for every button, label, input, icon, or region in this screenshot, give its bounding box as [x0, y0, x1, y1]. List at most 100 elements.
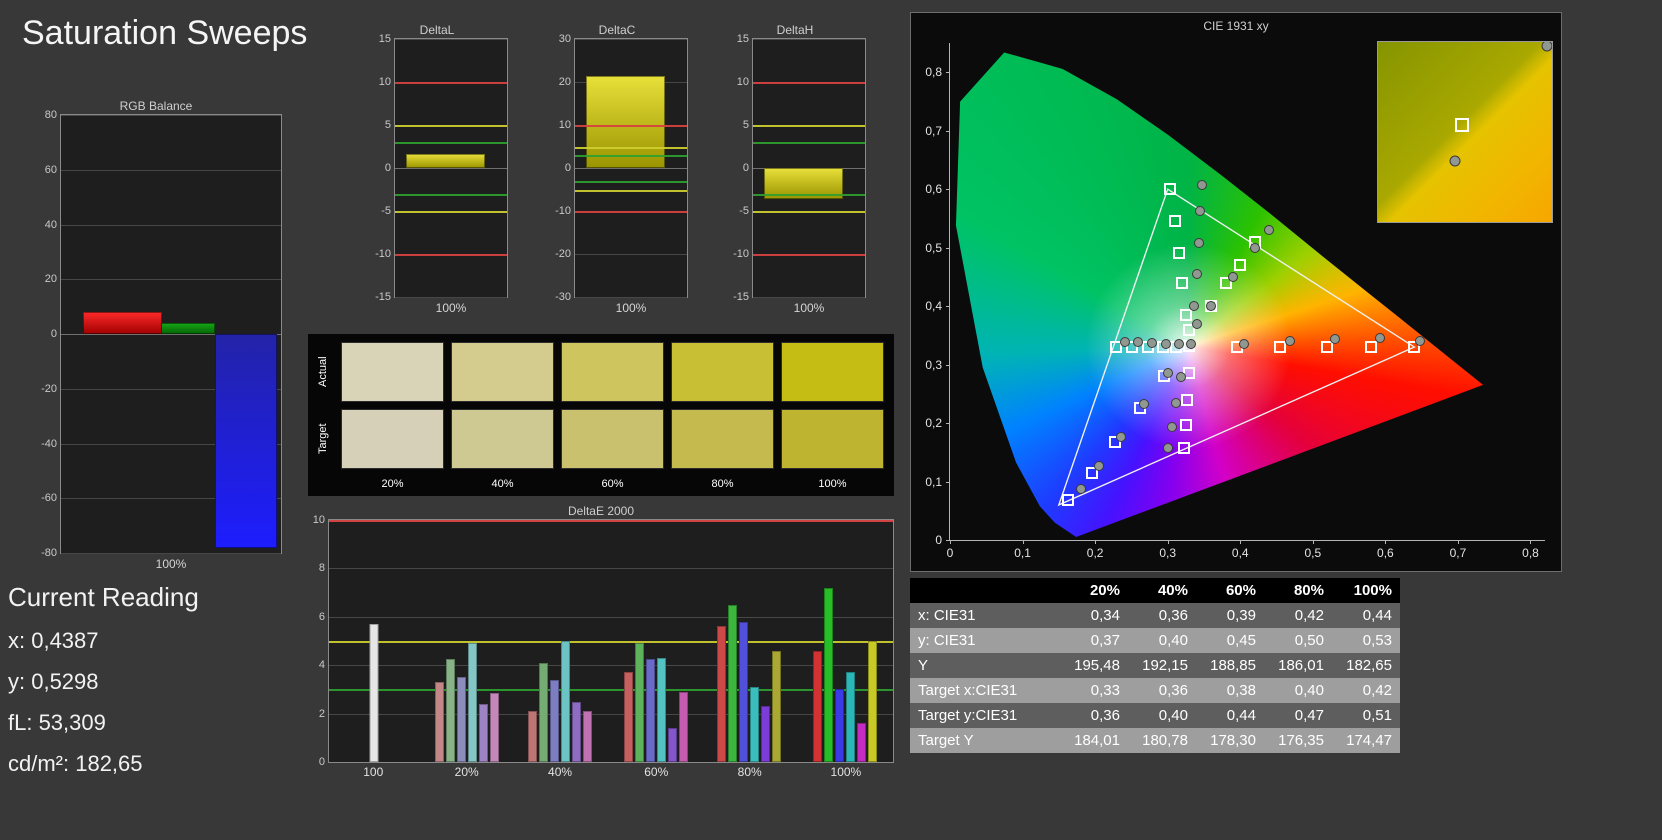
delta-value-bar [406, 154, 485, 168]
measurement-marker [1374, 333, 1385, 344]
delta-l-x-label: 100% [435, 301, 467, 315]
table-cell: 0,36 [1128, 603, 1196, 628]
table-column-header: 80% [1264, 578, 1332, 603]
target-marker [1178, 442, 1191, 455]
swatch-target-100% [781, 409, 884, 469]
table-cell: 174,47 [1332, 728, 1400, 753]
swatch-target-60% [561, 409, 664, 469]
y-axis-label: 0,1 [925, 474, 942, 489]
y-axis-label: 8 [318, 562, 325, 575]
measurement-marker [1185, 339, 1196, 350]
target-marker [1364, 341, 1377, 354]
measurement-marker [1132, 337, 1143, 348]
reading-line-3: cd/m²: 182,65 [8, 751, 143, 776]
deltae-x-labels: 100 20% 40% 60% 80% 100% [328, 763, 894, 781]
swatch-actual-20% [341, 342, 444, 402]
x-axis-label: 0,1 [1014, 546, 1031, 560]
saturation-sweeps-page: Saturation Sweeps RGB Balance 80 60 40 20 0-… [0, 0, 1662, 840]
table-column-header: 60% [1196, 578, 1264, 603]
delta-c-chart: DeltaC 30 20 10 0 -10 -20 -30 100% [546, 22, 688, 316]
table-cell: 0,34 [1060, 603, 1128, 628]
y-axis-label: 0,8 [925, 65, 942, 80]
deltae-bar [813, 650, 823, 762]
target-marker [1179, 418, 1192, 431]
table-cell: 0,50 [1264, 628, 1332, 653]
y-axis-label: 0,3 [925, 357, 942, 372]
gridline [329, 568, 893, 570]
deltae-bar [717, 626, 727, 762]
delta-c-plot: 30 20 10 0 -10 -20 -30 [555, 33, 688, 303]
measurement-marker [1171, 398, 1182, 409]
swatch-col-label: 60% [601, 478, 624, 490]
table-column-header: 100% [1332, 578, 1400, 603]
row-label: Target Y [910, 728, 1060, 753]
reference-line [575, 125, 687, 127]
table-cell: 192,15 [1128, 653, 1196, 678]
deltae-bar [824, 587, 834, 762]
table-cell: 0,42 [1264, 603, 1332, 628]
table-cell: 0,36 [1128, 678, 1196, 703]
gridline [329, 665, 893, 667]
y-axis-label: 0 [564, 162, 571, 174]
reference-line [395, 193, 507, 196]
table-cell: 0,51 [1332, 703, 1400, 728]
rgb-bar-blue [215, 334, 277, 548]
table-cell: 178,30 [1196, 728, 1264, 753]
deltae-bar [446, 659, 456, 762]
y-axis-label: -10 [733, 248, 749, 260]
y-axis-label: 10 [312, 514, 325, 526]
table-cell: 176,35 [1264, 728, 1332, 753]
tick-mark [1530, 540, 1532, 544]
measurement-marker [1175, 371, 1186, 382]
measurement-marker [1161, 338, 1172, 349]
x-axis-label: 0,7 [1449, 546, 1467, 560]
tick-mark [1095, 540, 1097, 544]
inset-target-marker [1454, 117, 1469, 132]
y-axis-label: 10 [558, 119, 571, 131]
deltae-bar [624, 672, 634, 762]
gridline [575, 39, 687, 40]
deltae-bar [561, 641, 571, 762]
reference-line [575, 180, 687, 183]
reference-line [395, 82, 507, 84]
measurement-marker [1415, 336, 1426, 347]
x-axis-label: 0 [946, 546, 954, 560]
gridline [61, 224, 281, 226]
deltae-bar-group-60% [624, 520, 689, 762]
x-axis-label: 40% [548, 765, 573, 779]
y-axis-label: 10 [378, 76, 391, 88]
measurement-table-body: x: CIE31 0,34 0,36 0,39 0,42 0,44 y: CIE31 0,37… [910, 603, 1400, 753]
swatch-row-label-target: Target [317, 423, 329, 455]
deltae-bar [657, 657, 667, 762]
target-marker [1181, 393, 1194, 406]
measurement-marker [1094, 461, 1105, 472]
deltae-title: DeltaE 2000 [567, 504, 635, 518]
deltae-bar [679, 691, 689, 762]
tick-mark [946, 423, 950, 425]
reference-line [575, 211, 687, 213]
table-cell: 0,36 [1060, 703, 1128, 728]
reference-line [753, 142, 865, 145]
reference-line [395, 211, 507, 213]
x-axis-label: 0,8 [1522, 546, 1539, 560]
table-cell: 0,47 [1264, 703, 1332, 728]
deltae-bar [457, 677, 467, 762]
y-axis-label: -80 [41, 547, 57, 559]
tick-mark [946, 540, 950, 541]
table-cell: 180,78 [1128, 728, 1196, 753]
gridline [329, 713, 893, 715]
y-axis-label: 5 [384, 119, 391, 131]
table-cell: 0,37 [1060, 628, 1128, 653]
table-cell: 188,85 [1196, 653, 1264, 678]
table-cell: 182,65 [1332, 653, 1400, 678]
swatch-row-label-actual: Actual [317, 356, 329, 388]
table-cell: 0,44 [1332, 603, 1400, 628]
tick-mark [946, 72, 950, 74]
measurement-table: 20% 40% 60% 80% 100% x: CIE31 0,34 0,36 0,39 0,4… [910, 578, 1400, 753]
row-label: Y [910, 653, 1060, 678]
swatch-col-label: 80% [711, 478, 734, 490]
y-axis-label: 60 [44, 163, 57, 176]
deltae-plot: 0 2 4 6 8 10 [313, 514, 894, 768]
measurement-marker [1174, 339, 1185, 350]
x-axis-label: 0,6 [1377, 546, 1394, 560]
